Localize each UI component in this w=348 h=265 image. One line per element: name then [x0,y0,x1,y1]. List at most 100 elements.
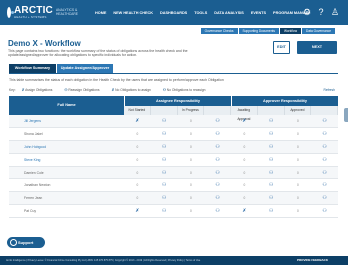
sub-not-started[interactable]: Not Started [124,106,151,115]
count-cell[interactable]: 0 [124,196,151,200]
tab-workflow-summary[interactable]: Workflow Summary [9,64,56,73]
reassign-icon[interactable]: ⚇ [258,182,285,188]
legend-no-reassign: ⚇ No Obligations to reassign [162,88,206,92]
nav-events[interactable]: EVENTS [251,11,266,15]
reassign-icon[interactable]: ⚇ [258,157,285,163]
user-icon[interactable]: ♙ [328,7,342,17]
reassign-icon[interactable]: ⚇ [258,170,285,176]
count-cell[interactable]: 0 [178,209,205,213]
reassign-icon[interactable]: ⚇ [204,208,231,214]
top-icons: ⚙ ? ♙ [300,7,342,17]
footer-text: Arctic Intelligence | Privacy Leave: © F… [6,259,201,262]
reassign-icon[interactable]: ⚇ [151,118,178,124]
count-cell[interactable]: 0 [178,183,205,187]
edit-button[interactable]: EDIT [273,41,290,54]
col-full-name[interactable]: Full Name [9,96,124,115]
count-cell[interactable]: 0 [285,183,312,187]
provide-feedback-link[interactable]: PROVIDE FEEDBACK [297,256,328,265]
count-cell[interactable]: 0 [285,209,312,213]
row-name[interactable]: John Hobgood [9,145,124,149]
refresh-link[interactable]: Refresh [323,88,335,92]
reassign-icon[interactable]: ⚇ [311,118,338,124]
reassign-icon[interactable]: ⚇ [204,131,231,137]
reassign-icon[interactable]: ⚇ [151,182,178,188]
nav-data-analysis[interactable]: DATA ANALYSIS [214,11,244,15]
count-cell[interactable]: 0 [178,196,205,200]
reassign-icon[interactable]: ⚇ [258,195,285,201]
reassign-icon[interactable]: ⚇ [258,208,285,214]
subnav-governance-checks[interactable]: Governance Checks [200,28,238,34]
reassign-icon[interactable]: ⚇ [258,131,285,137]
reassign-icon[interactable]: ⚇ [311,157,338,163]
reassign-icon[interactable]: ⚇ [204,170,231,176]
count-cell[interactable]: 0 [285,119,312,123]
assign-icon[interactable]: ✗ [231,208,258,214]
reassign-icon[interactable]: ⚇ [258,118,285,124]
subnav-supporting-documents[interactable]: Supporting Documents [238,28,279,34]
count-cell[interactable]: 0 [285,158,312,162]
reassign-icon[interactable]: ⚇ [151,131,178,137]
count-cell[interactable]: 0 [178,158,205,162]
reassign-icon[interactable]: ⚇ [311,195,338,201]
nav-tools[interactable]: TOOLS [194,11,207,15]
count-cell[interactable]: 0 [178,132,205,136]
reassign-icon[interactable]: ⚇ [258,144,285,150]
count-cell[interactable]: 0 [231,196,258,200]
count-cell[interactable]: 0 [285,171,312,175]
top-navbar: ARCTIC HEALTH + SYSTEMS ANALYTICS & HEAL… [0,0,348,25]
reassign-icon[interactable]: ⚇ [204,144,231,150]
subnav-workflow[interactable]: Workflow [279,28,302,34]
assign-icon[interactable]: ✗ [124,118,151,124]
reassign-icon[interactable]: ⚇ [204,118,231,124]
count-cell[interactable]: 0 [231,145,258,149]
row-name[interactable]: Jill Jergens [9,119,124,123]
count-cell[interactable]: 0 [124,158,151,162]
count-cell[interactable]: 0 [231,171,258,175]
help-icon[interactable]: ? [314,7,328,17]
reassign-icon[interactable]: ⚇ [204,195,231,201]
next-button[interactable]: NEXT [297,41,337,54]
count-cell[interactable]: 0 [178,171,205,175]
reassign-icon[interactable]: ⚇ [151,208,178,214]
count-cell[interactable]: 0 [178,145,205,149]
count-cell[interactable]: 0 [231,183,258,187]
logo[interactable]: ARCTIC HEALTH + SYSTEMS ANALYTICS & HEAL… [7,6,78,19]
reassign-icon[interactable]: ⚇ [204,182,231,188]
reassign-icon[interactable]: ⚇ [311,131,338,137]
count-cell[interactable]: 0 [285,196,312,200]
count-cell[interactable]: 0 [285,145,312,149]
reassign-icon[interactable]: ⚇ [151,195,178,201]
count-cell[interactable]: 0 [124,183,151,187]
nav-dashboards[interactable]: DASHBOARDS [160,11,187,15]
sub-approved[interactable]: Approved [284,106,312,115]
nav-new-health-check[interactable]: NEW HEALTH CHECK [113,11,153,15]
reassign-icon[interactable]: ⚇ [151,157,178,163]
tab-update-assignee-approver[interactable]: Update Assignee/Approver [57,64,113,73]
count-cell[interactable]: 0 [178,119,205,123]
count-cell[interactable]: 0 [231,132,258,136]
assign-icon[interactable]: ✗ [231,118,258,124]
reassign-icon[interactable]: ⚇ [151,144,178,150]
no-assign-icon: ✗ [111,88,115,92]
main-nav: HOME NEW HEALTH CHECK DASHBOARDS TOOLS D… [95,11,317,15]
nav-home[interactable]: HOME [95,11,106,15]
reassign-icon[interactable]: ⚇ [311,208,338,214]
row-name[interactable]: Steve King [9,158,124,162]
reassign-icon[interactable]: ⚇ [311,170,338,176]
count-cell[interactable]: 0 [124,132,151,136]
count-cell[interactable]: 0 [124,171,151,175]
sub-in-progress[interactable]: In Progress [177,106,205,115]
reassign-icon[interactable]: ⚇ [151,170,178,176]
subnav-data-governance[interactable]: Data Governance [302,28,335,34]
assign-icon[interactable]: ✗ [124,208,151,214]
reassign-icon[interactable]: ⚇ [204,157,231,163]
side-scroll-handle[interactable] [344,108,348,122]
reassign-icon[interactable]: ⚇ [311,144,338,150]
sub-awaiting-approval[interactable]: Awaiting Approval [231,106,258,121]
count-cell[interactable]: 0 [285,132,312,136]
count-cell[interactable]: 0 [124,145,151,149]
count-cell[interactable]: 0 [231,158,258,162]
settings-icon[interactable]: ⚙ [300,7,314,17]
workflow-tabs: Workflow Summary Update Assignee/Approve… [9,64,113,73]
reassign-icon[interactable]: ⚇ [311,182,338,188]
